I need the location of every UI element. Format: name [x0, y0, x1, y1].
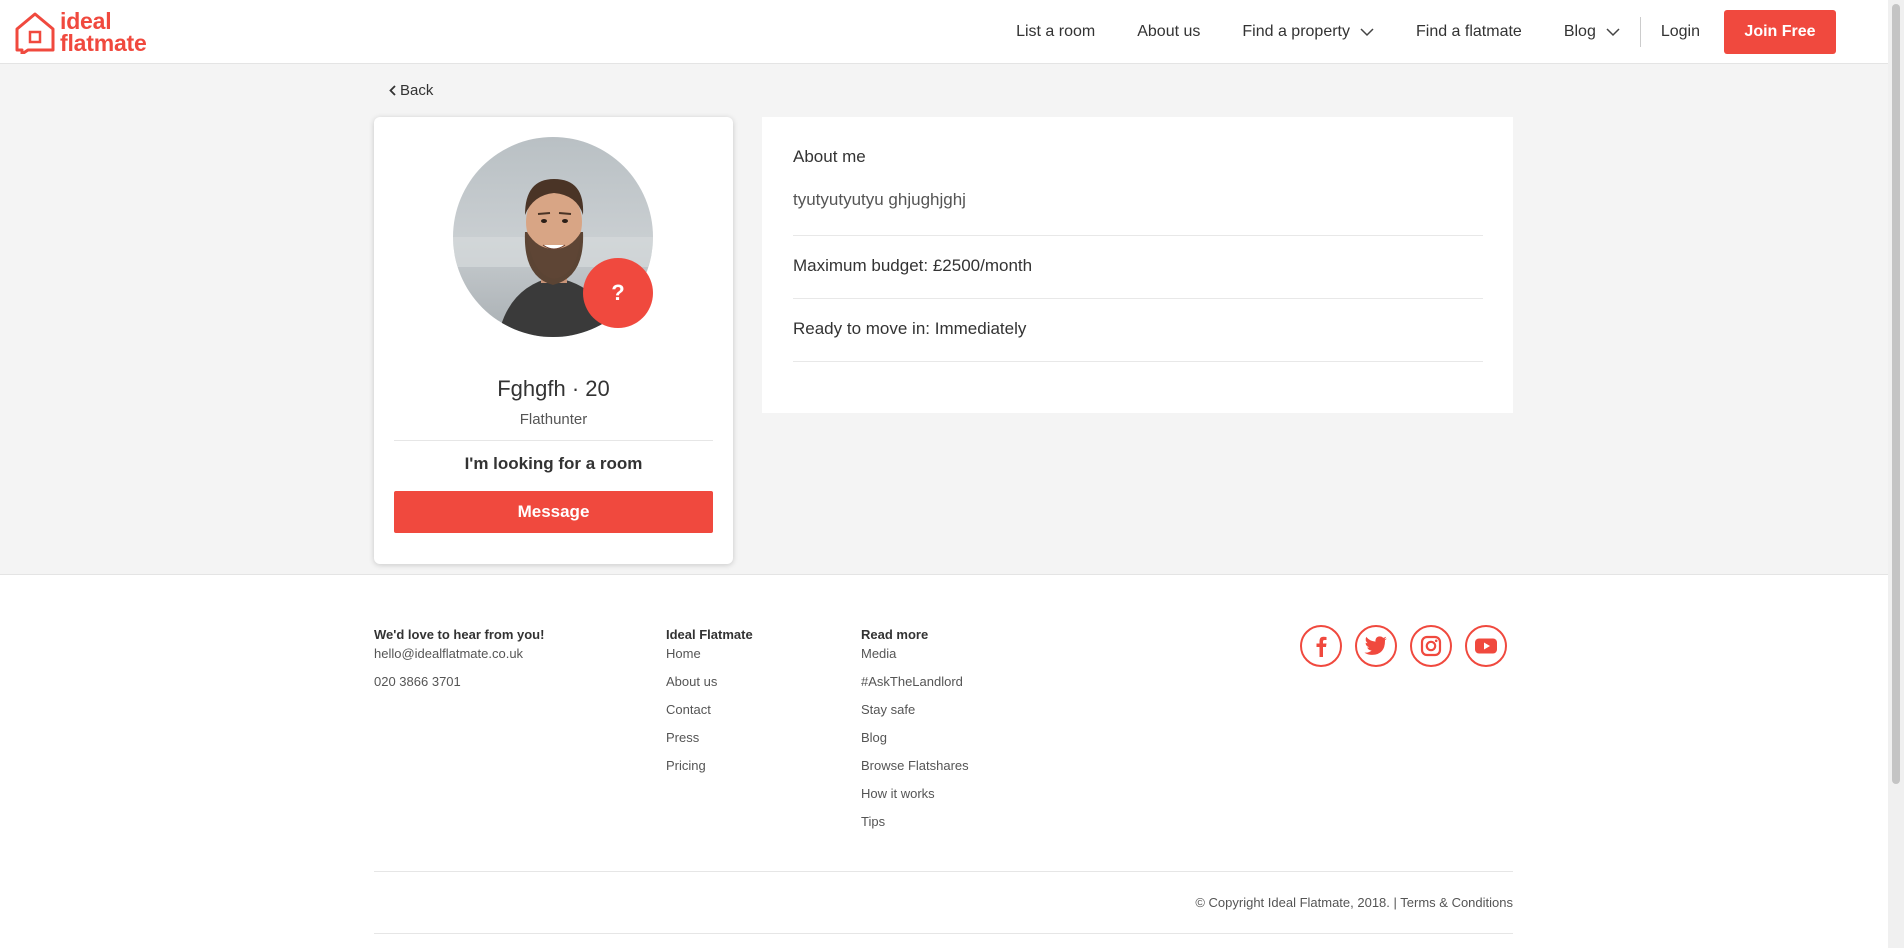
chevron-left-icon	[389, 85, 396, 96]
about-me-title: About me	[793, 147, 866, 166]
profile-role: Flathunter	[519, 411, 588, 428]
nav-find-a-property-label: Find a property	[1242, 23, 1350, 40]
nav-blog-label: Blog	[1563, 23, 1596, 40]
chevron-down-icon	[1606, 27, 1620, 36]
profile-name-age: Fghgfh · 20	[374, 376, 733, 402]
profile-age: 20	[585, 376, 610, 401]
move-in-date: Ready to move in: Immediately	[793, 319, 1027, 338]
house-logo-icon	[15, 12, 55, 54]
scrollbar[interactable]	[1888, 0, 1904, 948]
card-divider	[394, 440, 713, 441]
twitter-icon[interactable]	[1355, 625, 1397, 667]
scrollbar-thumb[interactable]	[1892, 4, 1900, 784]
footer-link-how-it-works[interactable]: How it works	[861, 786, 969, 805]
footer-link-home[interactable]: Home	[666, 646, 753, 665]
details-card: About me tyutyutyutyu ghjughjghj Maximum…	[762, 117, 1513, 413]
footer-link-browse-flatshares[interactable]: Browse Flatshares	[861, 758, 969, 777]
details-divider	[793, 298, 1483, 299]
nav-separator	[1639, 17, 1641, 47]
back-link[interactable]: Back	[389, 82, 433, 99]
back-label: Back	[400, 82, 434, 99]
footer-link-stay-safe[interactable]: Stay safe	[861, 702, 969, 721]
nav-blog[interactable]: Blog	[1564, 23, 1620, 41]
footer-link-ask-the-landlord[interactable]: #AskTheLandlord	[861, 674, 969, 693]
about-me-text: tyutyutyutyu ghjughjghj	[793, 190, 966, 209]
max-budget: Maximum budget: £2500/month	[793, 256, 1033, 275]
logo-line-ideal: ideal	[60, 8, 112, 34]
footer-link-blog[interactable]: Blog	[861, 730, 969, 749]
logo-line-flatmate: flatmate	[60, 30, 147, 56]
nav-find-a-flatmate[interactable]: Find a flatmate	[1416, 23, 1522, 41]
message-button[interactable]: Message	[394, 491, 713, 533]
unverified-badge: ?	[583, 258, 653, 328]
name-separator: ·	[571, 376, 580, 401]
terms-link[interactable]: Terms & Conditions	[1400, 895, 1513, 910]
facebook-icon[interactable]	[1300, 625, 1342, 667]
profile-name: Fghgfh	[497, 376, 566, 401]
footer-link-contact[interactable]: Contact	[666, 702, 753, 721]
footer-divider	[374, 933, 1513, 934]
footer-phone-link[interactable]: 020 3866 3701	[374, 674, 544, 693]
nav-find-a-property[interactable]: Find a property	[1242, 23, 1374, 41]
logo[interactable]: ideal flatmate	[14, 8, 147, 56]
footer-read-title: Read more	[861, 627, 929, 642]
site-footer: We'd love to hear from you! hello@idealf…	[0, 574, 1888, 948]
site-header: ideal flatmate List a room About us Find…	[0, 0, 1888, 64]
social-links	[1300, 625, 1520, 667]
details-divider	[793, 235, 1483, 236]
profile-card: ? Fghgfh · 20 Flathunter I'm looking for…	[374, 117, 733, 564]
details-divider	[793, 361, 1483, 362]
footer-contact-title: We'd love to hear from you!	[374, 627, 545, 642]
instagram-icon[interactable]	[1410, 625, 1452, 667]
footer-contact: We'd love to hear from you! hello@idealf…	[374, 627, 544, 693]
footer-link-tips[interactable]: Tips	[861, 814, 969, 833]
chevron-down-icon	[1360, 27, 1374, 36]
youtube-icon[interactable]	[1465, 625, 1507, 667]
footer-link-press[interactable]: Press	[666, 730, 753, 749]
join-free-button[interactable]: Join Free	[1724, 10, 1836, 54]
footer-link-about-us[interactable]: About us	[666, 674, 753, 693]
nav-about-us[interactable]: About us	[1137, 23, 1200, 41]
main-nav: List a room About us Find a property Fin…	[974, 0, 1836, 64]
copyright-text: © Copyright Ideal Flatmate, 2018. |	[1195, 895, 1397, 910]
nav-login[interactable]: Login	[1661, 23, 1700, 41]
footer-link-media[interactable]: Media	[861, 646, 969, 665]
footer-company-title: Ideal Flatmate	[666, 627, 753, 642]
looking-for: I'm looking for a room	[464, 454, 643, 473]
footer-company: Ideal Flatmate Home About us Contact Pre…	[666, 627, 753, 777]
footer-read-more: Read more Media #AskTheLandlord Stay saf…	[861, 627, 969, 833]
footer-divider	[374, 871, 1513, 872]
copyright: © Copyright Ideal Flatmate, 2018. | Term…	[1195, 895, 1513, 910]
nav-list-a-room[interactable]: List a room	[1016, 23, 1095, 41]
footer-link-pricing[interactable]: Pricing	[666, 758, 753, 777]
footer-email-link[interactable]: hello@idealflatmate.co.uk	[374, 646, 544, 665]
